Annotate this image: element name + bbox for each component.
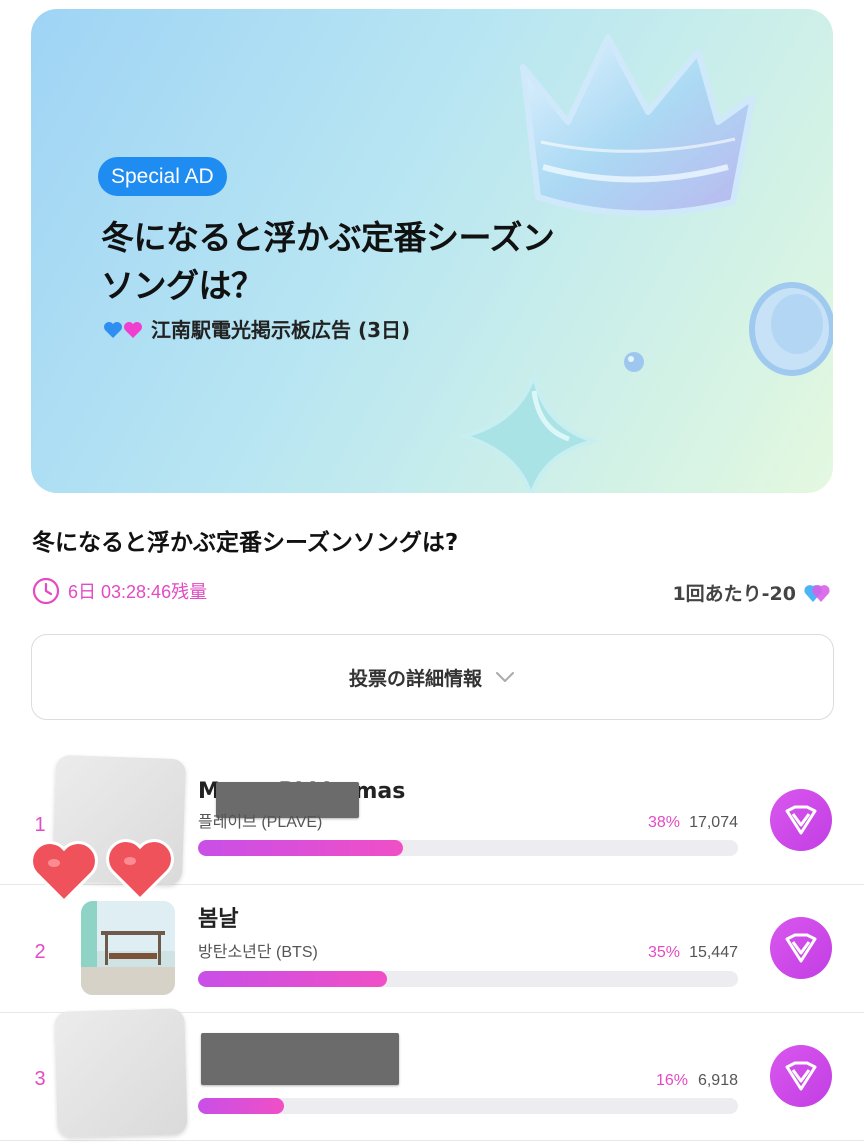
artist-name: 방탄소년단 (BTS) xyxy=(198,944,318,961)
heart-gem-icon xyxy=(785,1061,817,1091)
redaction-block xyxy=(201,1033,399,1085)
chevron-down-icon xyxy=(496,672,514,682)
cost-text: 1回あたり-20 xyxy=(672,583,796,605)
vote-percent: 35% xyxy=(647,944,680,961)
vote-count: 17,074 xyxy=(689,814,738,831)
countdown-timer: 6日 03:28:46残量 xyxy=(32,577,207,605)
vote-progress-bar xyxy=(198,840,738,856)
banner-subtitle-text: 江南駅電光掲示板広告 (3日) xyxy=(151,318,411,342)
vote-progress-bar xyxy=(198,971,738,987)
ring-icon xyxy=(749,282,833,376)
vote-count: 15,447 xyxy=(689,944,738,961)
poll-title: 冬になると浮かぶ定番シーズンソングは? xyxy=(32,530,459,556)
album-thumbnail xyxy=(54,1008,188,1138)
vote-progress-bar xyxy=(198,1098,738,1114)
banner-subtitle: 江南駅電光掲示板広告 (3日) xyxy=(103,315,410,345)
heart-gem-icon xyxy=(785,805,817,835)
cost-per-vote: 1回あたり-20 xyxy=(672,579,832,606)
rank-number: 2 xyxy=(34,941,46,963)
vote-button[interactable] xyxy=(770,1045,832,1107)
hearts-icon xyxy=(103,321,143,339)
banner-title: 冬になると浮かぶ定番シーズンソングは？ xyxy=(101,218,555,305)
hearts-sticker-icon xyxy=(30,839,174,904)
vote-count: 6,918 xyxy=(697,1072,738,1089)
heart-token-icon xyxy=(804,584,830,602)
star-icon xyxy=(459,371,599,493)
rank-number: 1 xyxy=(34,814,46,836)
timer-text: 6日 03:28:46残量 xyxy=(68,582,208,602)
special-ad-badge: Special AD xyxy=(98,157,227,196)
vote-percent: 16% xyxy=(655,1072,688,1089)
vote-button[interactable] xyxy=(770,917,832,979)
vote-details-label: 投票の詳細情報 xyxy=(348,667,482,690)
vote-details-button[interactable]: 投票の詳細情報 xyxy=(31,634,834,720)
row-divider xyxy=(0,1140,864,1141)
crown-icon xyxy=(520,34,756,217)
album-thumbnail xyxy=(81,901,175,995)
bubble-icon xyxy=(624,352,644,372)
vote-progress-fill xyxy=(198,840,404,856)
vote-button[interactable] xyxy=(770,789,832,851)
rank-number: 3 xyxy=(34,1068,46,1090)
artist-name: 플레이브 (PLAVE) xyxy=(198,814,323,831)
vote-percent: 38% xyxy=(647,814,680,831)
song-title: 봄날 xyxy=(198,907,239,932)
vote-progress-fill xyxy=(198,971,387,987)
ad-banner[interactable]: Special AD 冬になると浮かぶ定番シーズンソングは？ 江南駅電光掲示板広… xyxy=(31,9,833,493)
vote-progress-fill xyxy=(198,1098,285,1114)
heart-gem-icon xyxy=(785,933,817,963)
clock-icon xyxy=(32,577,60,605)
